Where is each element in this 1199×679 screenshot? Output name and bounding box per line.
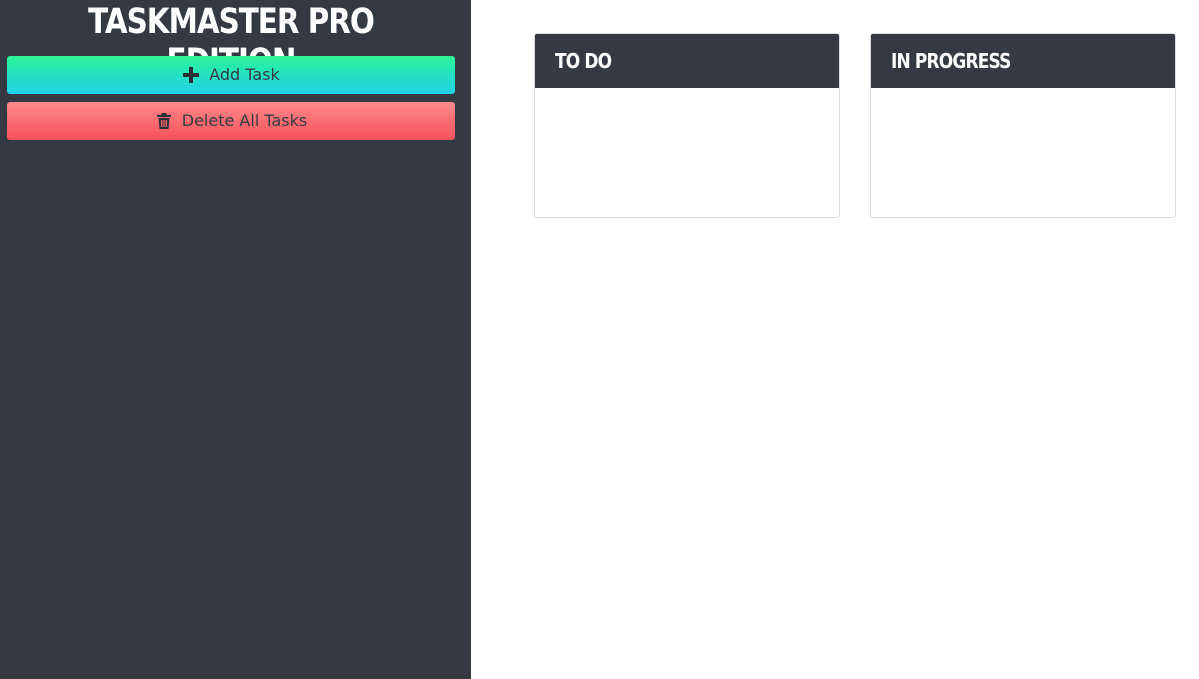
column-header: IN PROGRESS xyxy=(871,34,1175,88)
add-task-label: Add Task xyxy=(209,65,280,84)
column-in-progress: IN PROGRESS xyxy=(870,33,1176,218)
column-body-todo[interactable] xyxy=(535,88,839,217)
add-task-button[interactable]: Add Task xyxy=(7,56,455,94)
delete-all-tasks-label: Delete All Tasks xyxy=(181,111,308,130)
column-header: TO DO xyxy=(535,34,839,88)
trash-icon xyxy=(155,112,173,130)
plus-icon xyxy=(182,66,200,84)
sidebar: TASKMASTER PRO EDITION Add Task xyxy=(0,0,471,679)
column-title: TO DO xyxy=(555,49,612,73)
column-body-in-progress[interactable] xyxy=(871,88,1175,217)
delete-all-tasks-button[interactable]: Delete All Tasks xyxy=(7,102,455,140)
app-root: TASKMASTER PRO EDITION Add Task xyxy=(0,0,1199,679)
column-title: IN PROGRESS xyxy=(891,49,1011,73)
column-todo: TO DO xyxy=(534,33,840,218)
